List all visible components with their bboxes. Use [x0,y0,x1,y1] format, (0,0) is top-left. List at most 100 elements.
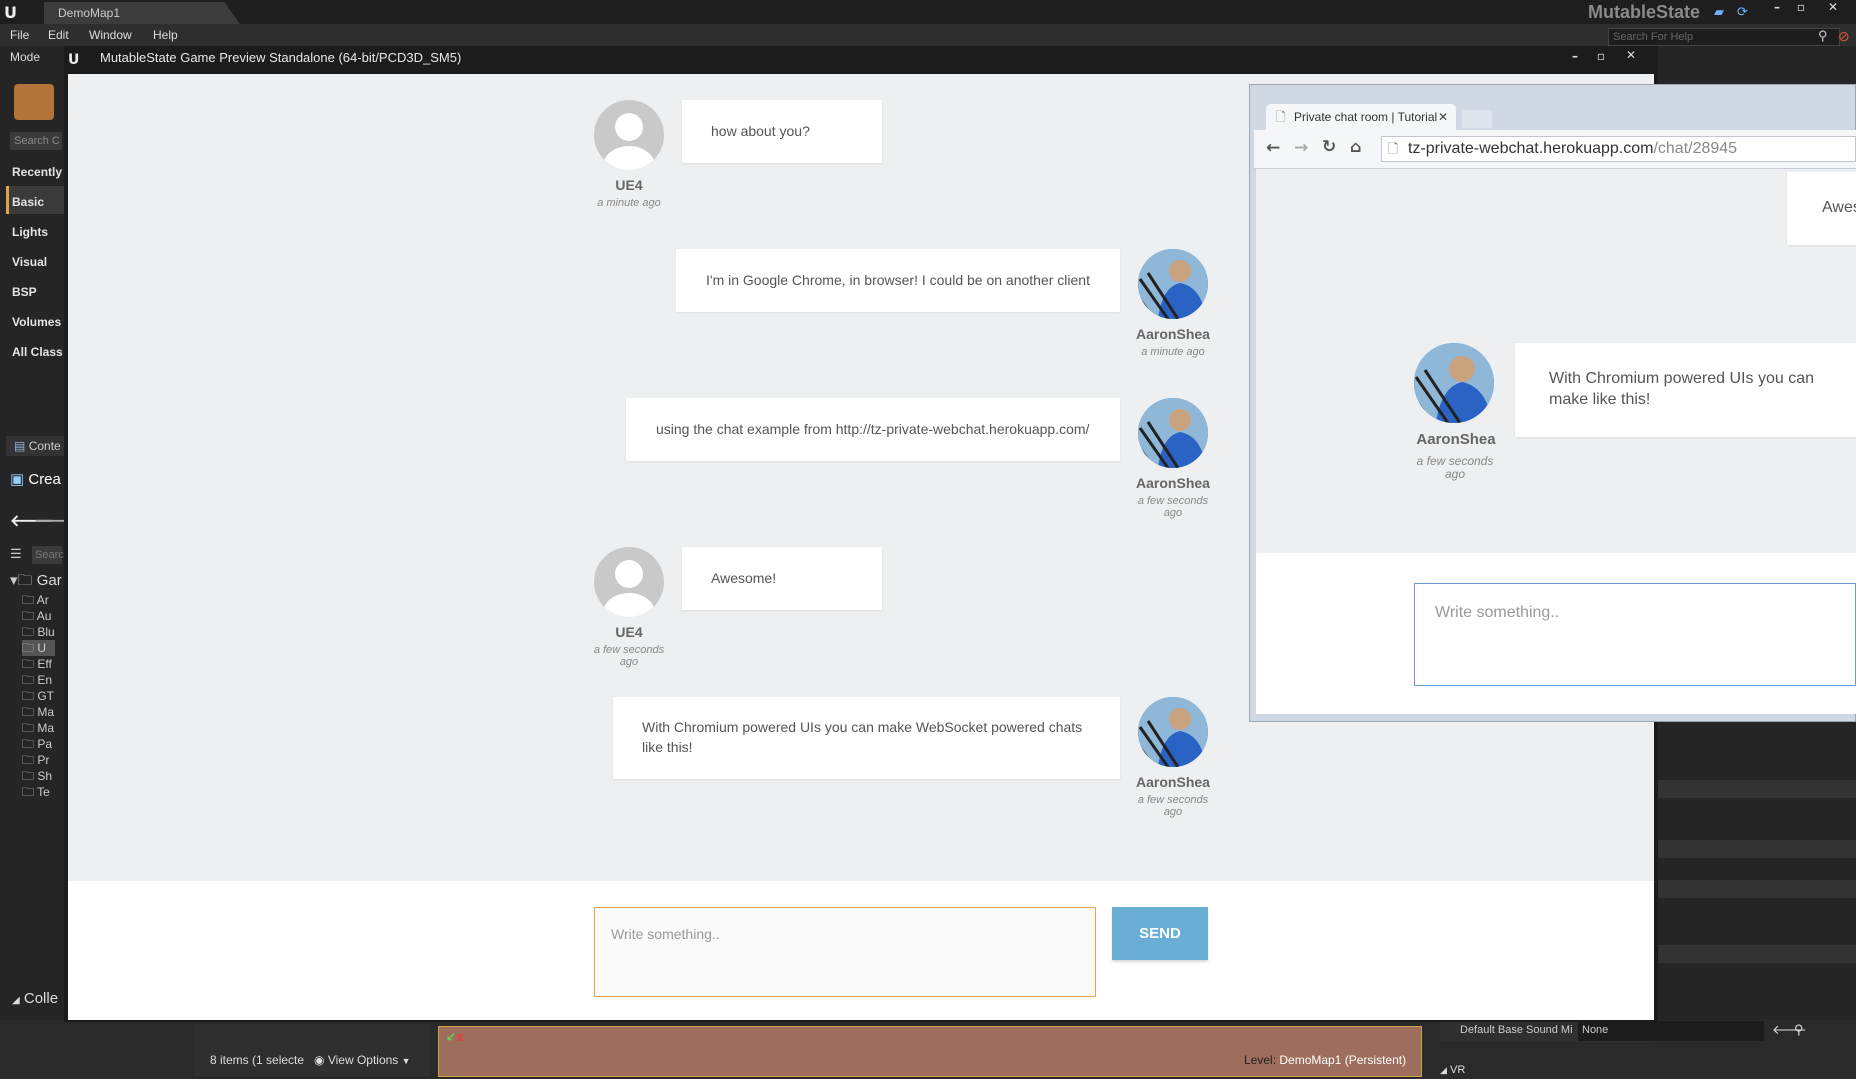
collections-header[interactable]: ◢ Colle [12,990,58,1007]
avatar [594,547,664,617]
folder-item[interactable]: 🗀 Ar [22,592,55,608]
place-category-volumes[interactable]: Volumes [12,315,61,329]
send-button[interactable]: SEND [1112,907,1208,960]
message-time: a few seconds ago [1137,495,1209,519]
search-classes-input[interactable]: Search C [10,132,62,150]
details-section-vr[interactable]: ◢ VR [1440,1064,1465,1076]
message-bubble: I'm in Google Chrome, in browser! I coul… [676,249,1120,312]
view-options-button[interactable]: ◉ View Options ▼ [314,1053,411,1067]
message-bubble: Awesome! [682,547,882,610]
folder-item[interactable]: 🗀 Ma [22,704,55,720]
url-path: /chat/28945 [1653,140,1738,157]
menu-window[interactable]: Window [89,28,132,42]
level-indicator: Level: DemoMap1 (Persistent) [1244,1053,1406,1067]
project-brand: MutableState [1588,2,1701,22]
details-row [1656,840,1856,858]
user-photo-icon [1414,343,1494,423]
folder-search-input[interactable]: Searc [32,546,64,564]
menu-file[interactable]: File [10,28,29,42]
place-category-basic[interactable]: Basic [12,195,44,209]
unreal-logo-icon: U [4,3,17,22]
new-tab-button[interactable] [1462,110,1492,128]
tree-toggle-icon[interactable]: ☰ [10,546,22,562]
modes-tab[interactable]: Mode [10,50,40,64]
close-tab-icon[interactable]: ✕ [1438,110,1448,124]
level-name: DemoMap1 (Persistent) [1279,1053,1407,1067]
folder-item[interactable]: 🗀 Sh [22,768,55,784]
avatar [594,100,664,170]
folder-item[interactable]: 🗀 Pr [22,752,55,768]
folder-icon: ▾🗀 [10,572,33,589]
place-category-bsp[interactable]: BSP [12,285,37,299]
chat-bubble-icon[interactable]: ▰ [1714,4,1728,19]
default-sound-dropdown[interactable]: None [1578,1021,1764,1041]
content-browser-tab[interactable]: ▤ Conte [6,436,64,456]
game-close-button[interactable]: ✕ [1620,48,1642,64]
avatar [1414,343,1494,423]
folder-item[interactable]: 🗀 Au [22,608,55,624]
address-bar[interactable]: 🗋 tz-private-webchat.herokuapp.com/chat/… [1381,136,1856,162]
place-category-lights[interactable]: Lights [12,225,48,239]
user-photo-icon [1138,398,1208,468]
place-category-recently[interactable]: Recently [12,165,62,179]
avatar [1138,398,1208,468]
avatar [1138,697,1208,767]
message-input[interactable]: Write something.. [594,907,1096,997]
message-time: a few seconds ago [1137,794,1209,818]
menu-help[interactable]: Help [153,28,178,42]
collapse-arrow-icon: ◢ [12,995,20,1006]
page-icon: 🗋 [1388,141,1399,156]
game-minimize-button[interactable]: – [1564,49,1586,65]
axis-gizmo-icon: ↙x [446,1030,464,1044]
message-time: a few seconds ago [1416,454,1494,481]
place-category-all-classes[interactable]: All Class [12,345,63,359]
create-label: Crea [28,471,61,488]
message-username: AaronShea [1136,326,1210,342]
editor-title-bar [0,0,1856,24]
forward-icon[interactable]: → [1294,138,1308,158]
folder-item[interactable]: 🗀 Ma [22,720,55,736]
message-time: a minute ago [1141,346,1205,358]
editor-minimize-button[interactable]: – [1766,0,1788,16]
place-mode-icon[interactable] [14,84,54,120]
level-label: Level: [1244,1053,1277,1067]
message-username: AaronShea [1416,431,1496,448]
vr-section-label: VR [1449,1064,1466,1076]
menu-edit[interactable]: Edit [48,28,69,42]
browse-search-icon[interactable]: ⚲ [1794,1022,1804,1038]
eye-icon: ◉ [314,1053,325,1067]
message-username: UE4 [615,624,643,640]
folder-item[interactable]: 🗀 Pa [22,736,55,752]
content-status-bar [194,1024,430,1076]
game-window-title: MutableState Game Preview Standalone (64… [100,50,462,65]
message-username: AaronShea [1136,475,1210,491]
folder-item[interactable]: 🗀 Blu [22,624,55,640]
message-bubble: using the chat example from http://tz-pr… [626,398,1120,461]
create-button[interactable]: ▣ Crea [10,470,61,488]
editor-level-tab[interactable]: DemoMap1 [44,2,240,24]
place-category-visual[interactable]: Visual [12,255,47,269]
editor-maximize-button[interactable]: ▫ [1790,0,1812,16]
folder-item[interactable]: 🗀 GT [22,688,55,704]
user-photo-icon [1138,697,1208,767]
reload-icon[interactable]: ↻ [1322,137,1336,157]
home-icon[interactable]: ⌂ [1350,137,1361,156]
content-browser-icon: ▤ [14,439,26,453]
folder-item[interactable]: 🗀 En [22,672,55,688]
editor-close-button[interactable]: ✕ [1822,0,1844,16]
message-username: UE4 [615,177,643,193]
browser-message-input[interactable]: Write something.. [1414,583,1856,686]
url-host: tz-private-webchat.herokuapp.com [1408,140,1654,157]
message-bubble: Awes [1787,172,1856,245]
browser-tab[interactable]: 🗋 Private chat room | Tutorial [1266,104,1456,130]
level-viewport[interactable] [438,1026,1422,1077]
folder-item-selected[interactable]: 🗀 U [22,640,55,656]
back-icon[interactable]: ← [1266,138,1280,158]
source-control-icon[interactable]: ⟳ [1737,4,1751,19]
help-search-input[interactable]: Search For Help [1608,28,1840,46]
folder-item[interactable]: 🗀 Te [22,784,55,800]
folder-item[interactable]: 🗀 Eff [22,656,55,672]
search-icon[interactable]: ⚲ [1818,28,1828,44]
details-row [1656,880,1856,898]
game-maximize-button[interactable]: ▫ [1590,49,1612,65]
